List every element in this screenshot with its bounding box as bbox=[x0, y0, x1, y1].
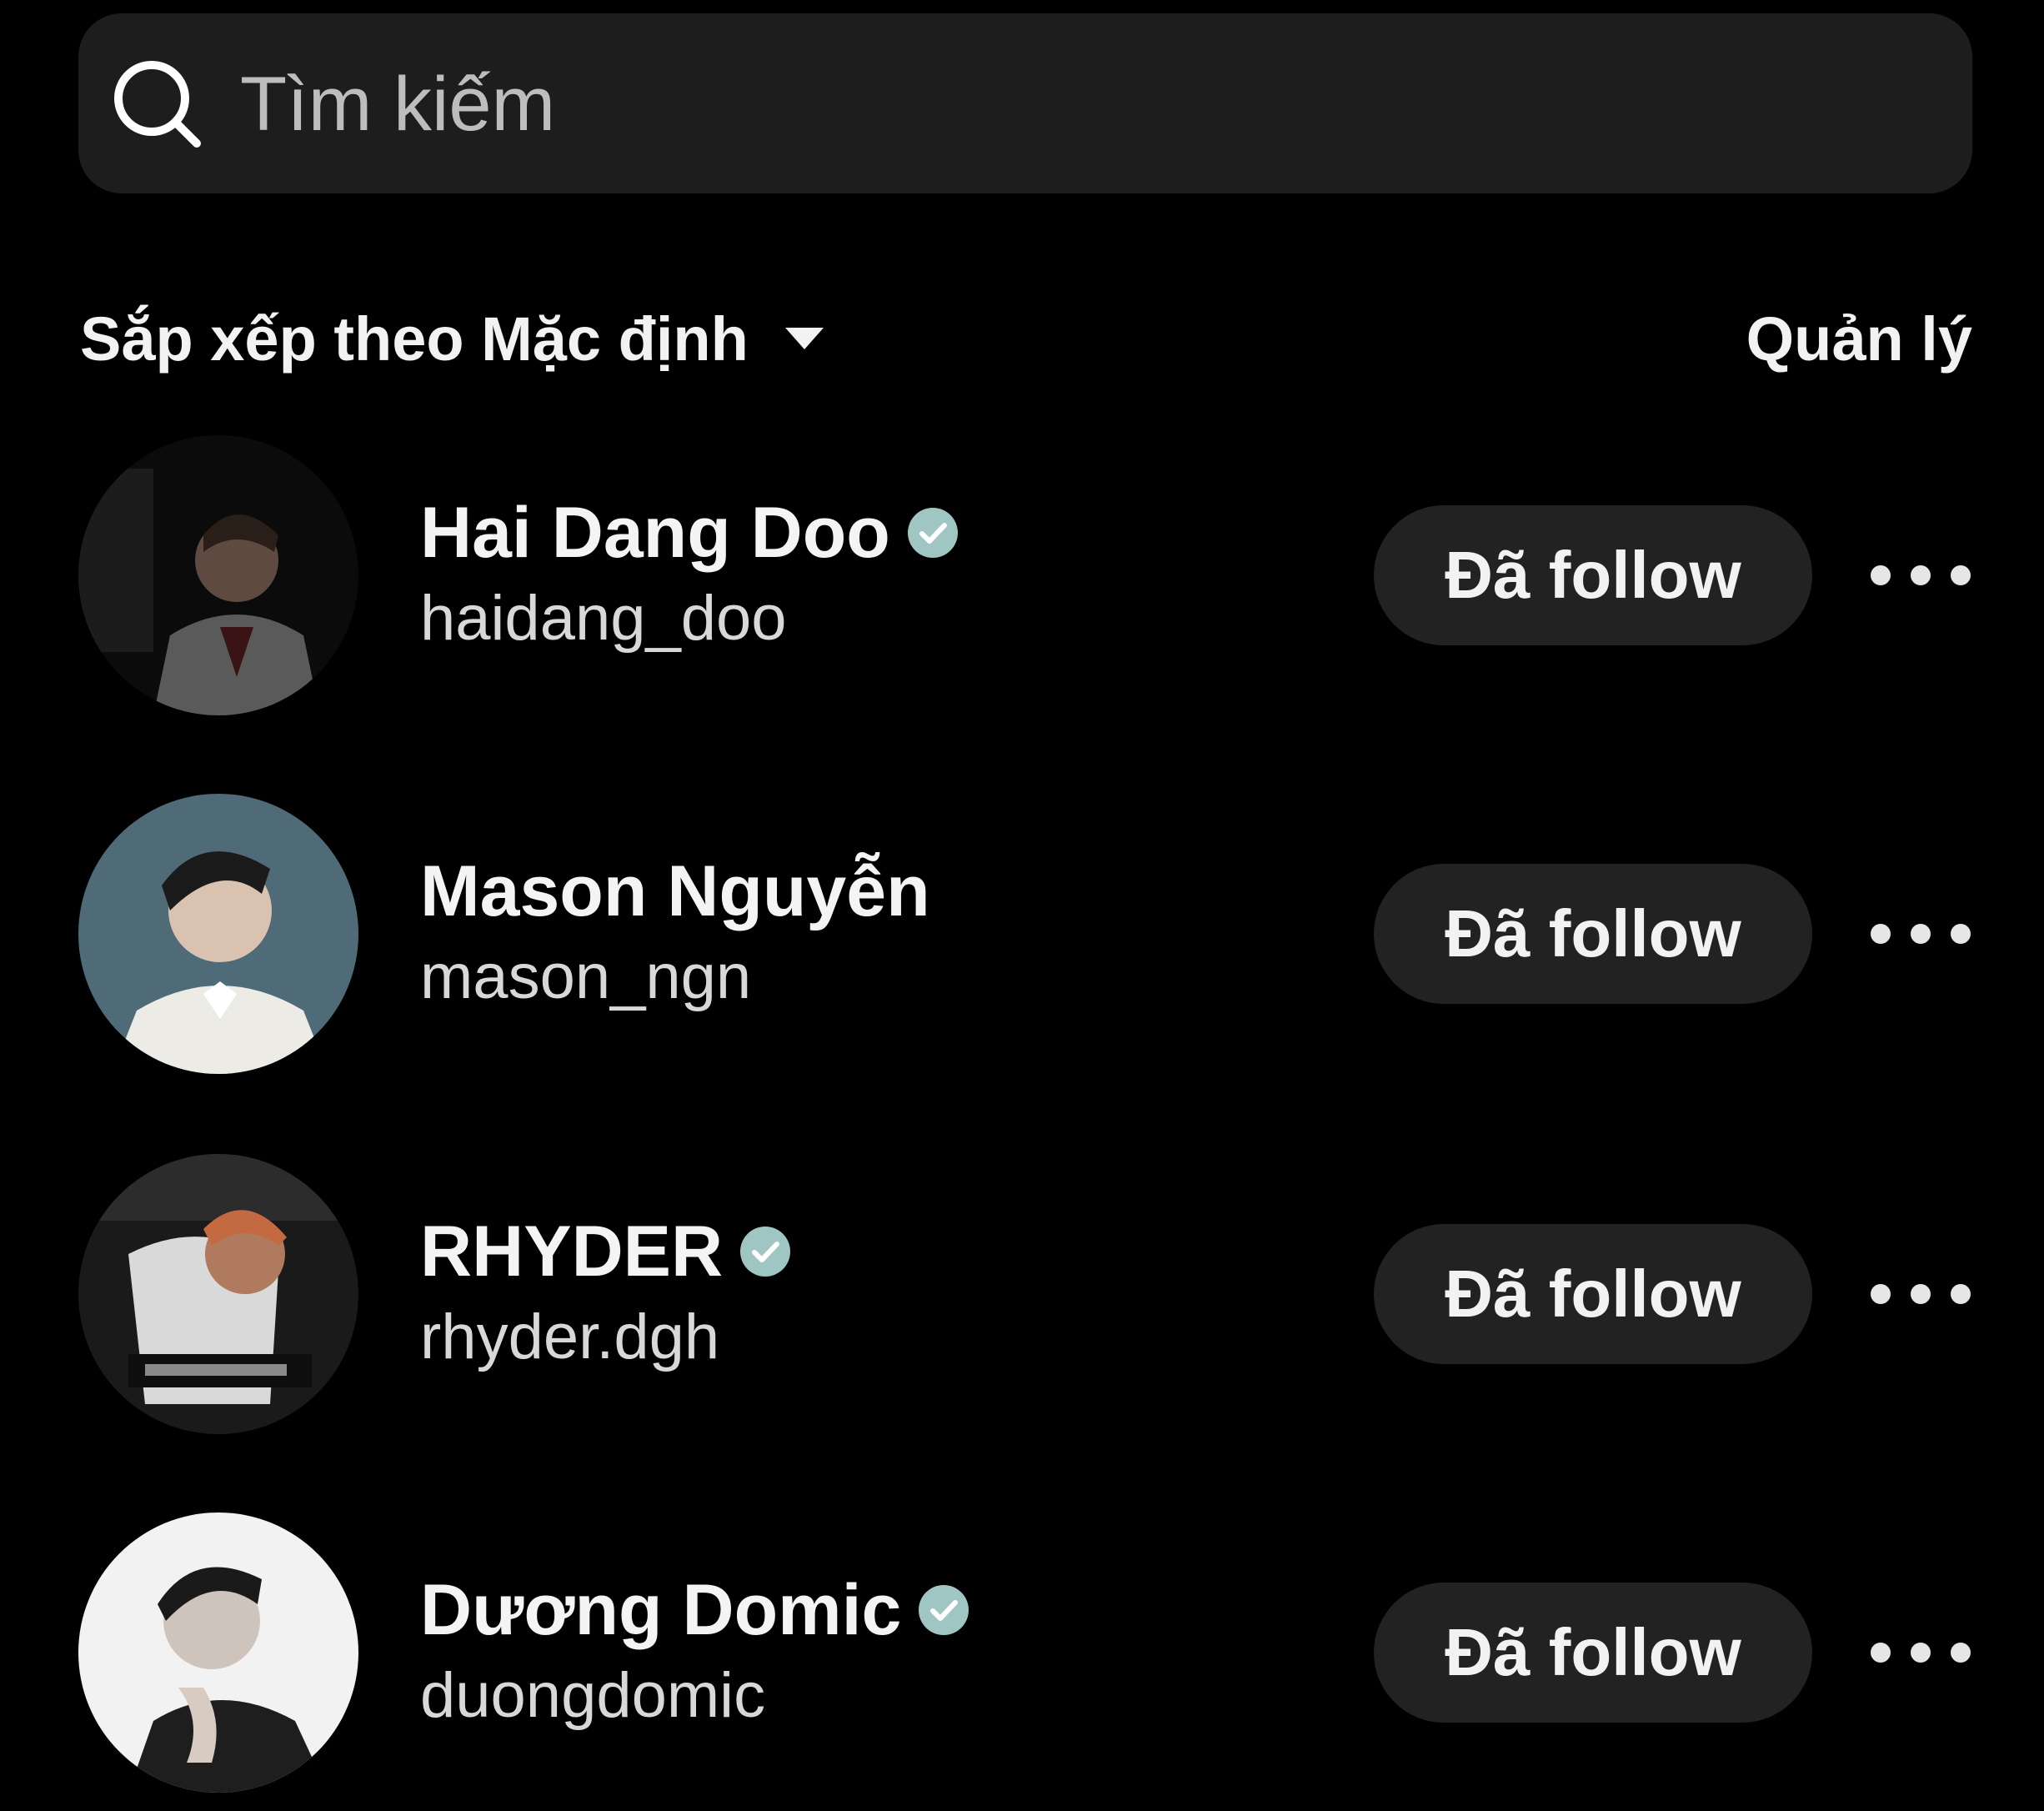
verified-badge-icon bbox=[740, 1227, 791, 1277]
more-options-button[interactable] bbox=[1871, 911, 1971, 957]
following-button[interactable]: Đã follow bbox=[1374, 505, 1812, 645]
more-dots-icon bbox=[1911, 924, 1931, 944]
list-item: Mason Nguyễn mason_ngn Đã follow bbox=[0, 794, 2044, 1077]
display-name[interactable]: Mason Nguyễn bbox=[420, 850, 930, 933]
user-info: Mason Nguyễn mason_ngn bbox=[420, 845, 930, 1013]
avatar-image bbox=[78, 794, 358, 1074]
display-name[interactable]: Dương Domic bbox=[420, 1569, 901, 1652]
list-item: Hai Dang Doo haidang_doo Đã follow bbox=[0, 435, 2044, 719]
list-item: RHYDER rhyder.dgh Đã follow bbox=[0, 1154, 2044, 1437]
list-item: Dương Domic duongdomic Đã follow bbox=[0, 1513, 2044, 1796]
more-dots-icon bbox=[1951, 1284, 1971, 1304]
user-info: Dương Domic duongdomic bbox=[420, 1564, 969, 1732]
avatar-image bbox=[78, 1154, 358, 1434]
avatar[interactable] bbox=[78, 794, 358, 1074]
caret-down-icon bbox=[784, 328, 824, 349]
search-bar[interactable] bbox=[78, 13, 1972, 195]
display-name[interactable]: Hai Dang Doo bbox=[420, 492, 890, 574]
following-button[interactable]: Đã follow bbox=[1374, 1583, 1812, 1723]
more-dots-icon bbox=[1951, 924, 1971, 944]
more-dots-icon bbox=[1871, 1284, 1891, 1304]
more-dots-icon bbox=[1911, 565, 1931, 585]
user-info: RHYDER rhyder.dgh bbox=[420, 1206, 791, 1373]
more-dots-icon bbox=[1911, 1284, 1931, 1304]
more-options-button[interactable] bbox=[1871, 552, 1971, 599]
username[interactable]: rhyder.dgh bbox=[420, 1301, 791, 1373]
display-name[interactable]: RHYDER bbox=[420, 1211, 723, 1293]
avatar[interactable] bbox=[78, 1513, 358, 1793]
more-dots-icon bbox=[1871, 565, 1891, 585]
following-button[interactable]: Đã follow bbox=[1374, 864, 1812, 1004]
avatar-image bbox=[78, 435, 358, 715]
sort-label: Sắp xếp theo Mặc định bbox=[80, 304, 749, 374]
manage-button[interactable]: Quản lý bbox=[1746, 297, 1972, 380]
sort-dropdown[interactable]: Sắp xếp theo Mặc định bbox=[80, 297, 825, 380]
search-input[interactable] bbox=[238, 13, 1826, 195]
avatar-image bbox=[78, 1513, 358, 1793]
username[interactable]: haidang_doo bbox=[420, 582, 959, 655]
user-info: Hai Dang Doo haidang_doo bbox=[420, 487, 959, 655]
verified-badge-icon bbox=[919, 1585, 969, 1635]
more-options-button[interactable] bbox=[1871, 1629, 1971, 1676]
verified-badge-icon bbox=[907, 508, 958, 558]
sort-row: Sắp xếp theo Mặc định Quản lý bbox=[80, 297, 1972, 380]
more-dots-icon bbox=[1871, 1643, 1891, 1663]
username[interactable]: duongdomic bbox=[420, 1659, 969, 1732]
username[interactable]: mason_ngn bbox=[420, 941, 930, 1013]
avatar[interactable] bbox=[78, 435, 358, 715]
following-button[interactable]: Đã follow bbox=[1374, 1224, 1812, 1364]
search-icon bbox=[114, 61, 201, 148]
avatar[interactable] bbox=[78, 1154, 358, 1434]
more-dots-icon bbox=[1951, 1643, 1971, 1663]
more-options-button[interactable] bbox=[1871, 1271, 1971, 1317]
more-dots-icon bbox=[1871, 924, 1891, 944]
more-dots-icon bbox=[1911, 1643, 1931, 1663]
more-dots-icon bbox=[1951, 565, 1971, 585]
